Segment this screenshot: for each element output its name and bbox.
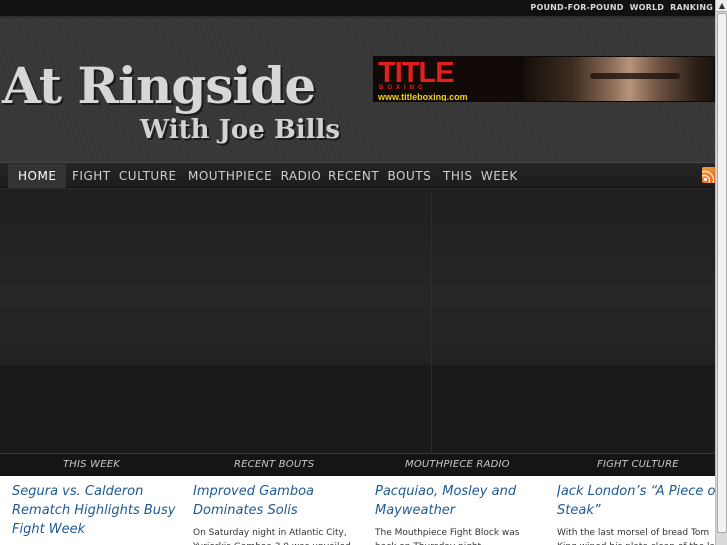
post-title-link[interactable]: Jack London’s “A Piece of Steak” [557,482,715,520]
nav-home[interactable]: HOME [8,164,67,188]
title-boxing-ad-banner[interactable]: TITLE BOXING www.titleboxing.com [373,56,715,102]
featured-slider[interactable] [0,189,715,453]
ad-tagline: BOXING [379,85,427,91]
category-this-week[interactable]: THIS WEEK [63,459,120,470]
ad-url: www.titleboxing.com [378,92,468,102]
featured-divider [431,189,432,453]
boxer-face-image [524,57,714,101]
scroll-thumb[interactable] [717,13,727,533]
category-fight-culture[interactable]: FIGHT CULTURE [597,459,679,470]
site-logo-subtitle: With Joe Bills [140,115,341,145]
site-logo-title[interactable]: At Ringside [2,56,316,116]
post-card: Improved Gamboa Dominates Solis On Satur… [193,476,353,545]
post-excerpt: The Mouthpiece Fight Block was back on T… [375,528,520,545]
post-title-link[interactable]: Segura vs. Calderon Rematch Highlights B… [12,482,177,539]
scroll-up-arrow-icon[interactable]: ▲ [716,0,727,12]
category-recent-bouts[interactable]: RECENT BOUTS [234,459,314,470]
nav-mouthpiece-radio[interactable]: MOUTHPIECE RADIO [178,164,331,188]
main-nav: HOME FIGHT CULTURE MOUTHPIECE RADIO RECE… [0,162,715,188]
post-excerpt: With the last morsel of bread Tom King w… [557,528,715,545]
post-title-link[interactable]: Improved Gamboa Dominates Solis [193,482,353,520]
site-header: At Ringside With Joe Bills TITLE BOXING … [0,18,715,162]
post-title-link[interactable]: Pacquiao, Mosley and Mayweather [375,482,537,520]
pound-for-pound-ranking-link[interactable]: POUND-FOR-POUND WORLD RANKING [530,3,713,12]
ad-brand: TITLE [378,57,455,89]
recent-posts: Segura vs. Calderon Rematch Highlights B… [0,476,715,545]
category-strip: THIS WEEK RECENT BOUTS MOUTHPIECE RADIO … [0,453,715,476]
featured-caption-area [0,365,715,453]
post-card: Segura vs. Calderon Rematch Highlights B… [12,476,177,545]
page-scrollbar[interactable]: ▲ [715,0,727,545]
nav-recent-bouts[interactable]: RECENT BOUTS [318,164,441,188]
post-card: Jack London’s “A Piece of Steak” With th… [557,476,715,545]
rss-icon[interactable] [702,167,716,183]
post-card: Pacquiao, Mosley and Mayweather The Mout… [375,476,537,545]
boxer-eyes-shadow [590,73,680,79]
nav-this-week[interactable]: THIS WEEK [433,164,528,188]
post-excerpt: On Saturday night in Atlantic City, Yuri… [193,528,351,545]
category-mouthpiece-radio[interactable]: MOUTHPIECE RADIO [405,459,510,470]
top-bar: POUND-FOR-POUND WORLD RANKING [0,0,727,17]
nav-fight-culture[interactable]: FIGHT CULTURE [62,164,187,188]
